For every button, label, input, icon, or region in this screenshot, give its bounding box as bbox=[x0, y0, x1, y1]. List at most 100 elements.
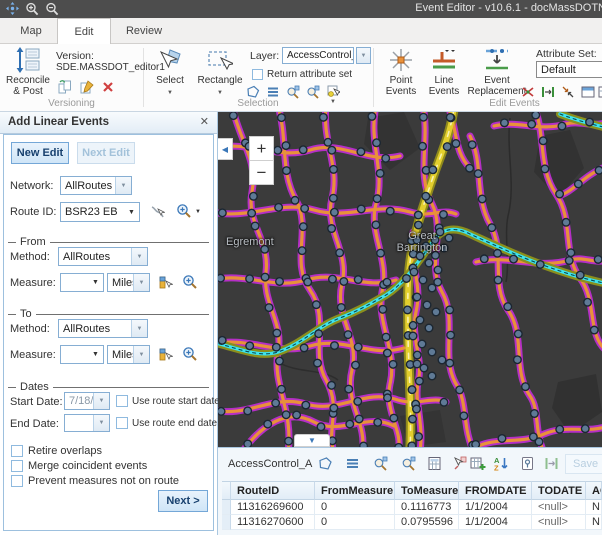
change-version-icon[interactable] bbox=[58, 80, 72, 94]
chevron-down-icon[interactable]: ▼ bbox=[124, 203, 139, 221]
table-cell[interactable]: N bbox=[586, 500, 602, 515]
table-cell[interactable]: 1/1/2004 bbox=[459, 500, 532, 515]
select-events-on-map-icon[interactable] bbox=[452, 456, 467, 471]
map-zoom-in-button[interactable]: + bbox=[249, 136, 274, 161]
return-attribute-set-checkbox[interactable] bbox=[252, 69, 263, 80]
column-header[interactable]: RouteID bbox=[231, 481, 315, 500]
event-replacement-button[interactable]: Event Replacement bbox=[466, 47, 528, 97]
next-button[interactable]: Next > bbox=[158, 490, 208, 512]
next-edit-button[interactable]: Next Edit bbox=[77, 142, 135, 164]
zoom-to-measure-icon[interactable] bbox=[182, 274, 198, 290]
tab-map[interactable]: Map bbox=[8, 18, 54, 44]
chevron-down-icon[interactable]: ▼ bbox=[93, 415, 109, 431]
table-cell[interactable]: 11316270600 bbox=[231, 515, 315, 530]
rectangle-button[interactable]: Rectangle ▼ bbox=[196, 47, 244, 99]
pick-measure-on-map-icon[interactable] bbox=[158, 275, 173, 290]
save-button[interactable]: Save bbox=[565, 454, 602, 474]
retire-overlaps-checkbox[interactable] bbox=[11, 445, 23, 457]
to-measure-combo[interactable]: ▼ bbox=[60, 345, 104, 364]
select-by-layer-icon[interactable] bbox=[326, 84, 340, 98]
layer-combo-dropdown[interactable]: ▼ bbox=[356, 47, 371, 64]
attribute-set-combo[interactable]: Default bbox=[536, 61, 602, 78]
chevron-down-icon[interactable]: ▼ bbox=[88, 274, 103, 291]
select-button[interactable]: Select ▼ bbox=[150, 47, 190, 99]
selection-list-icon[interactable] bbox=[345, 456, 360, 471]
chevron-down-icon[interactable]: ▼ bbox=[131, 320, 147, 337]
zoom-route-caret[interactable]: ▼ bbox=[195, 209, 201, 215]
from-method-combo[interactable]: AllRoutes ▼ bbox=[58, 247, 148, 266]
column-header[interactable]: FromMeasure bbox=[315, 481, 395, 500]
reconcile-post-button[interactable]: Reconcile & Post bbox=[4, 47, 52, 97]
table-cell[interactable]: 1/1/2004 bbox=[459, 515, 532, 530]
select-route-on-map-icon[interactable] bbox=[150, 204, 165, 219]
chevron-down-icon[interactable]: ▼ bbox=[93, 393, 109, 409]
tab-edit[interactable]: Edit bbox=[57, 18, 111, 44]
attribute-table[interactable]: RouteID FromMeasure ToMeasure FROMDATE T… bbox=[222, 481, 602, 530]
zoom-to-route-icon[interactable] bbox=[176, 203, 192, 219]
close-icon[interactable]: ✕ bbox=[200, 115, 209, 128]
table-cell[interactable]: <null> bbox=[532, 515, 586, 530]
add-to-table-icon[interactable] bbox=[470, 456, 486, 471]
column-header[interactable]: ToMeasure bbox=[395, 481, 459, 500]
pan-to-events-icon[interactable] bbox=[401, 456, 416, 471]
identify-icon[interactable] bbox=[520, 456, 535, 471]
line-events-button[interactable]: Line Events bbox=[425, 47, 463, 97]
pan-icon[interactable] bbox=[6, 2, 19, 15]
prevent-measures-checkbox[interactable] bbox=[11, 475, 23, 487]
select-by-shape-icon[interactable] bbox=[246, 85, 260, 99]
collapse-panel-button[interactable]: ◀ bbox=[218, 138, 233, 160]
chevron-down-icon[interactable]: ▼ bbox=[115, 177, 131, 194]
table-cell[interactable]: 0.0795596 bbox=[395, 515, 459, 530]
route-id-combo[interactable]: BSR23 EB ▼ bbox=[60, 202, 140, 222]
table-cell[interactable]: N bbox=[586, 515, 602, 530]
pick-measure-on-map-icon[interactable] bbox=[158, 347, 173, 362]
layer-combo[interactable]: AccessControl_A bbox=[282, 47, 354, 64]
chevron-down-icon[interactable]: ▼ bbox=[131, 248, 147, 265]
map-zoom-out-button[interactable]: − bbox=[249, 160, 274, 185]
chevron-down-icon[interactable]: ▼ bbox=[88, 346, 103, 363]
column-header[interactable]: AC bbox=[586, 481, 602, 500]
zoom-out-icon[interactable] bbox=[45, 2, 59, 16]
table-cell[interactable]: 11316269600 bbox=[231, 500, 315, 515]
to-method-combo[interactable]: AllRoutes ▼ bbox=[58, 319, 148, 338]
point-events-button[interactable]: Point Events bbox=[383, 47, 419, 97]
selection-list-icon[interactable] bbox=[266, 85, 280, 99]
zoom-in-icon[interactable] bbox=[25, 2, 39, 16]
calculator-icon[interactable] bbox=[427, 456, 442, 471]
use-route-end-checkbox[interactable] bbox=[116, 417, 128, 429]
event-attributes-window-icon[interactable] bbox=[581, 85, 595, 99]
merge-coincident-checkbox[interactable] bbox=[11, 460, 23, 472]
column-header[interactable]: FROMDATE bbox=[459, 481, 532, 500]
measure-range-icon[interactable] bbox=[544, 456, 559, 471]
chevron-down-icon[interactable]: ▼ bbox=[133, 346, 149, 363]
table-cell[interactable]: <null> bbox=[532, 500, 586, 515]
sort-icon[interactable]: A Z bbox=[494, 456, 509, 471]
measure-event-icon[interactable] bbox=[541, 85, 555, 99]
new-edit-button[interactable]: New Edit bbox=[11, 142, 69, 164]
delete-version-icon[interactable] bbox=[102, 81, 114, 93]
pan-to-selection-icon[interactable] bbox=[306, 85, 320, 99]
chevron-down-icon[interactable]: ▼ bbox=[133, 274, 149, 291]
create-version-icon[interactable] bbox=[80, 80, 94, 94]
network-combo[interactable]: AllRoutes ▼ bbox=[60, 176, 132, 195]
table-cell[interactable]: 0 bbox=[315, 515, 395, 530]
row-gutter[interactable] bbox=[222, 500, 231, 515]
select-by-shape-icon[interactable] bbox=[318, 456, 333, 471]
table-cell[interactable]: 0 bbox=[315, 500, 395, 515]
event-grid-icon[interactable] bbox=[598, 85, 602, 99]
table-cell[interactable]: 0.1116773 bbox=[395, 500, 459, 515]
row-gutter[interactable] bbox=[222, 515, 231, 530]
zoom-to-measure-icon[interactable] bbox=[182, 346, 198, 362]
end-date-combo[interactable]: ▼ bbox=[64, 414, 110, 432]
zoom-to-selection-icon[interactable] bbox=[286, 85, 300, 99]
snap-events-icon[interactable] bbox=[561, 85, 575, 99]
map-canvas[interactable]: Egremont Great Barrington ◀ + − ▼ bbox=[218, 112, 602, 447]
from-unit-combo[interactable]: Miles ▼ bbox=[107, 273, 150, 292]
split-event-icon[interactable] bbox=[521, 85, 535, 99]
tab-review[interactable]: Review bbox=[118, 18, 170, 44]
to-unit-combo[interactable]: Miles ▼ bbox=[107, 345, 150, 364]
from-measure-combo[interactable]: ▼ bbox=[60, 273, 104, 292]
collapse-table-button[interactable]: ▼ bbox=[294, 434, 330, 447]
start-date-combo[interactable]: 7/18/ ▼ bbox=[64, 392, 110, 410]
column-header[interactable]: TODATE bbox=[532, 481, 586, 500]
